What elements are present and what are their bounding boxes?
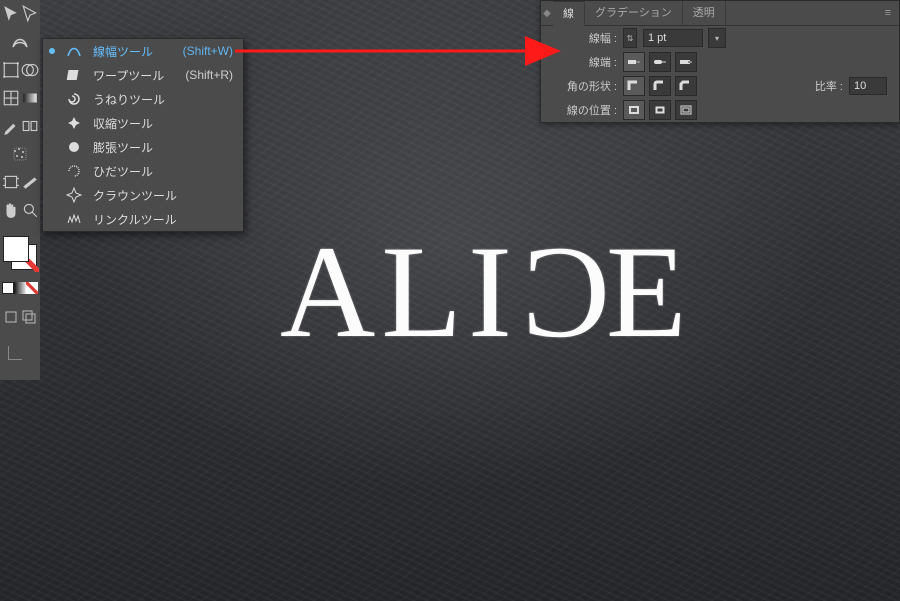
- stroke-panel: ◆ 線 グラデーション 透明 ≡ 線幅 : ⇅ ▾ 線端 : 角の形状 : 比率…: [540, 0, 900, 123]
- artwork-letter-i: I: [468, 215, 518, 368]
- tab-transparency[interactable]: 透明: [683, 1, 726, 25]
- cap-projecting-button[interactable]: [675, 52, 697, 72]
- artboard-tool[interactable]: [1, 170, 20, 194]
- flyout-label: 膨張ツール: [93, 139, 153, 156]
- flyout-item-wrinkle-tool[interactable]: リンクルツール: [43, 207, 243, 231]
- panel-tabs: ◆ 線 グラデーション 透明 ≡: [541, 1, 899, 26]
- flyout-label: リンクルツール: [93, 211, 177, 228]
- warp-tool-icon: [65, 66, 83, 84]
- color-mode-row: [2, 282, 38, 294]
- flyout-item-warp-tool[interactable]: ワープツール (Shift+R): [43, 63, 243, 87]
- flyout-item-width-tool[interactable]: 線幅ツール (Shift+W): [43, 39, 243, 63]
- color-mode-none[interactable]: [26, 282, 38, 294]
- panel-menu-icon[interactable]: ≡: [877, 7, 899, 19]
- flyout-label: 線幅ツール: [93, 43, 153, 60]
- flyout-label: ワープツール: [93, 67, 164, 84]
- tab-gradient[interactable]: グラデーション: [585, 1, 683, 25]
- flyout-shortcut: (Shift+W): [183, 44, 233, 58]
- stroke-corner-label: 角の形状 :: [553, 78, 617, 94]
- screen-mode-row: [2, 308, 38, 326]
- stroke-weight-label: 線幅 :: [553, 30, 617, 46]
- flyout-label: ひだツール: [93, 163, 153, 180]
- selection-tool[interactable]: [1, 2, 20, 26]
- stroke-weight-input[interactable]: [643, 29, 703, 47]
- artwork-letter-l: L: [381, 215, 468, 368]
- align-inside-button[interactable]: [649, 100, 671, 120]
- flyout-item-twirl-tool[interactable]: うねりツール: [43, 87, 243, 111]
- flyout-item-pucker-tool[interactable]: 収縮ツール: [43, 111, 243, 135]
- stepper-up-down-icon[interactable]: ⇅: [623, 28, 637, 48]
- artwork-text[interactable]: A L I C E: [280, 215, 693, 368]
- draw-behind-icon[interactable]: [20, 308, 38, 326]
- shape-builder-tool[interactable]: [20, 58, 39, 82]
- join-miter-button[interactable]: [623, 76, 645, 96]
- width-tool-icon: [65, 42, 83, 60]
- fill-stroke-swatch[interactable]: [3, 236, 37, 270]
- eyedropper-tool[interactable]: [1, 114, 20, 138]
- align-outside-button[interactable]: [675, 100, 697, 120]
- draw-normal-icon[interactable]: [2, 308, 20, 326]
- stroke-weight-dropdown[interactable]: ▾: [708, 28, 726, 48]
- flyout-label: 収縮ツール: [93, 115, 153, 132]
- flyout-item-bloat-tool[interactable]: 膨張ツール: [43, 135, 243, 159]
- tools-panel: [0, 0, 40, 380]
- miter-limit-input[interactable]: [849, 77, 887, 95]
- gradient-tool[interactable]: [20, 86, 39, 110]
- flyout-label: うねりツール: [93, 91, 165, 108]
- cap-round-button[interactable]: [649, 52, 671, 72]
- flyout-label: クラウンツール: [93, 187, 177, 204]
- tab-stroke[interactable]: 線: [553, 1, 585, 26]
- slice-tool[interactable]: [20, 170, 39, 194]
- cap-butt-button[interactable]: [623, 52, 645, 72]
- artwork-letter-e: E: [606, 215, 693, 368]
- flyout-item-crystallize-tool[interactable]: クラウンツール: [43, 183, 243, 207]
- color-mode-gradient[interactable]: [14, 282, 26, 294]
- flyout-item-scallop-tool[interactable]: ひだツール: [43, 159, 243, 183]
- width-tool-button[interactable]: [2, 30, 38, 54]
- align-center-button[interactable]: [623, 100, 645, 120]
- stroke-cap-label: 線端 :: [553, 54, 617, 70]
- flyout-selected-dot: [49, 48, 55, 54]
- direct-selection-tool[interactable]: [20, 2, 39, 26]
- wrinkle-tool-icon: [65, 210, 83, 228]
- artwork-letter-a: A: [280, 215, 381, 368]
- zoom-tool[interactable]: [20, 198, 39, 222]
- free-transform-tool[interactable]: [1, 58, 20, 82]
- flyout-shortcut: (Shift+R): [185, 68, 233, 82]
- mesh-tool[interactable]: [1, 86, 20, 110]
- color-mode-solid[interactable]: [2, 282, 14, 294]
- miter-limit-label: 比率 :: [809, 78, 843, 94]
- hand-tool[interactable]: [1, 198, 20, 222]
- symbol-sprayer-tool[interactable]: [2, 142, 38, 166]
- join-round-button[interactable]: [649, 76, 671, 96]
- crystallize-tool-icon: [65, 186, 83, 204]
- artwork-letter-c-mirrored: C: [516, 215, 610, 368]
- pucker-tool-icon: [65, 114, 83, 132]
- join-bevel-button[interactable]: [675, 76, 697, 96]
- bloat-tool-icon: [65, 138, 83, 156]
- stroke-weight-stepper[interactable]: ⇅: [623, 28, 637, 48]
- width-tool-flyout: 線幅ツール (Shift+W) ワープツール (Shift+R) うねりツール …: [42, 38, 244, 232]
- scallop-tool-icon: [65, 162, 83, 180]
- twirl-tool-icon: [65, 90, 83, 108]
- panel-collapse-icon[interactable]: ◆: [541, 8, 553, 19]
- stroke-align-label: 線の位置 :: [553, 102, 617, 118]
- fill-color-white[interactable]: [3, 236, 29, 262]
- blend-tool[interactable]: [20, 114, 39, 138]
- screen-mode-button[interactable]: [8, 338, 30, 360]
